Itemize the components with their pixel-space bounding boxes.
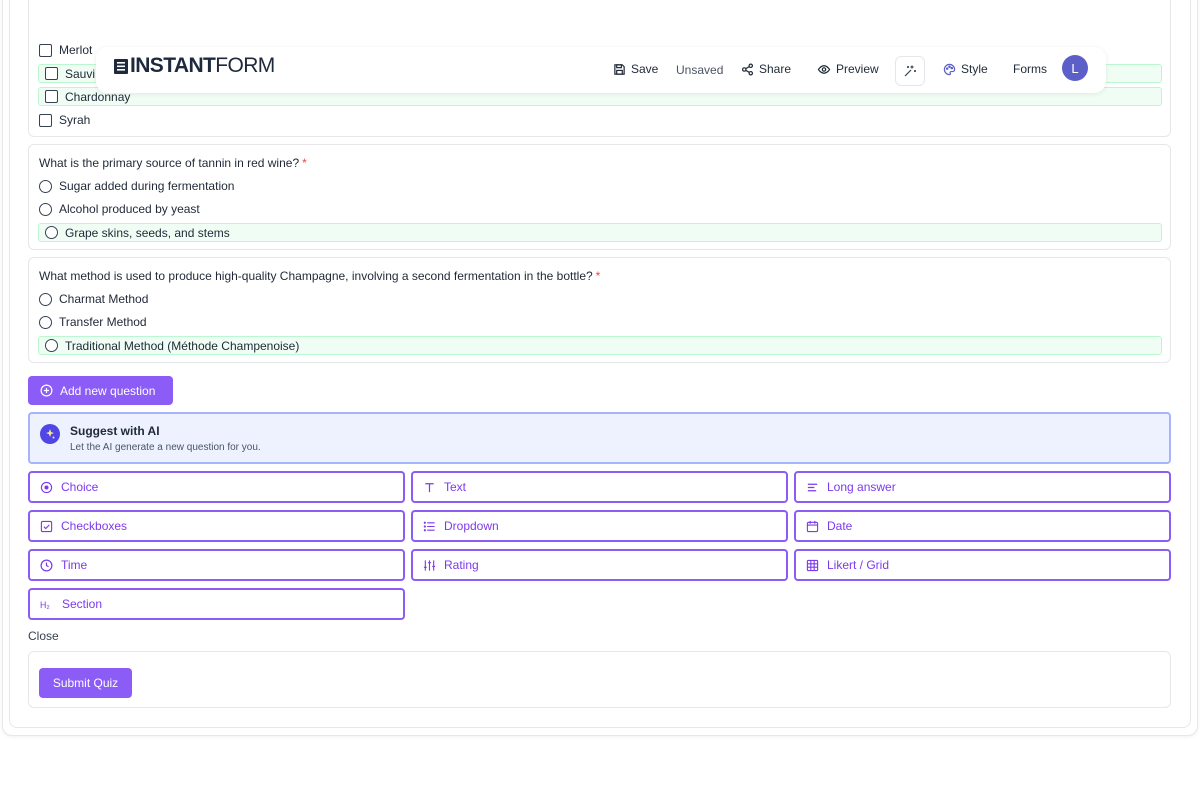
radio-button[interactable] (39, 179, 52, 193)
share-button[interactable]: Share (741, 62, 791, 76)
sparkles-icon (40, 424, 60, 444)
option-grape-skins[interactable]: Grape skins, seeds, and stems (38, 223, 1162, 242)
ai-suggest-subtitle: Let the AI generate a new question for y… (70, 442, 261, 453)
option-traditional[interactable]: Traditional Method (Méthode Champenoise) (38, 336, 1162, 355)
required-mark: * (302, 156, 307, 170)
plus-circle-icon (40, 384, 53, 397)
radio-icon (40, 481, 53, 493)
type-checkboxes-button[interactable]: Checkboxes (28, 510, 405, 542)
checkbox[interactable] (39, 43, 52, 57)
style-button[interactable]: Style (943, 62, 988, 76)
type-long-answer-button[interactable]: Long answer (794, 471, 1171, 503)
type-choice-button[interactable]: Choice (28, 471, 405, 503)
brand-name: INSTANTFORM (130, 54, 275, 77)
radio-button[interactable] (39, 292, 52, 306)
submit-panel: Submit Quiz (28, 651, 1171, 708)
avatar[interactable]: L (1062, 55, 1088, 81)
option-label: Syrah (59, 113, 91, 127)
text-icon (425, 482, 434, 492)
heading-icon: H₂ (40, 600, 50, 610)
svg-text:H₂: H₂ (40, 600, 50, 610)
align-left-icon (807, 483, 818, 491)
type-section-button[interactable]: H₂ Section (28, 588, 405, 620)
save-button[interactable]: Save (613, 62, 658, 76)
share-icon (741, 63, 754, 75)
option-merlot[interactable]: Merlot (39, 40, 92, 60)
save-icon (614, 63, 625, 75)
checkbox[interactable] (39, 113, 52, 127)
option-label: Transfer Method (59, 315, 147, 329)
forms-link[interactable]: Forms (1013, 62, 1047, 76)
type-text-button[interactable]: Text (411, 471, 788, 503)
option-label: Merlot (59, 43, 93, 57)
type-dropdown-button[interactable]: Dropdown (411, 510, 788, 542)
ai-suggest-title: Suggest with AI (70, 424, 160, 438)
option-sugar[interactable]: Sugar added during fermentation (39, 176, 234, 196)
question-card-champagne: What method is used to produce high-qual… (28, 257, 1171, 363)
add-question-button[interactable]: Add new question (28, 376, 173, 405)
required-mark: * (595, 269, 601, 283)
type-time-button[interactable]: Time (28, 549, 405, 581)
sliders-icon (423, 559, 436, 571)
top-toolbar: INSTANTFORM Save Unsaved Share Preview S… (96, 47, 1106, 93)
question-card-tannin: What is the primary source of tannin in … (28, 144, 1171, 250)
list-icon (423, 521, 435, 531)
option-charmat[interactable]: Charmat Method (39, 289, 148, 309)
form-logo-icon (114, 59, 128, 74)
palette-icon (943, 63, 956, 75)
option-alcohol[interactable]: Alcohol produced by yeast (39, 199, 200, 219)
question-title: What method is used to produce high-qual… (39, 269, 601, 283)
ai-magic-button[interactable] (895, 56, 925, 86)
option-label: Alcohol produced by yeast (59, 202, 200, 216)
preview-button[interactable]: Preview (817, 62, 879, 76)
option-label: Sauvi (65, 66, 96, 81)
save-status: Unsaved (676, 63, 724, 77)
question-title: What is the primary source of tannin in … (39, 156, 307, 170)
eye-icon (817, 64, 831, 74)
clock-icon (40, 559, 53, 571)
sparkles-icon (904, 65, 916, 77)
option-label: Sugar added during fermentation (59, 179, 235, 193)
checkbox[interactable] (45, 90, 58, 103)
option-transfer[interactable]: Transfer Method (39, 312, 147, 332)
option-label: Grape skins, seeds, and stems (65, 225, 230, 240)
radio-button[interactable] (45, 226, 58, 239)
type-likert-button[interactable]: Likert / Grid (794, 549, 1171, 581)
option-syrah[interactable]: Syrah (39, 110, 90, 130)
calendar-icon (806, 520, 819, 532)
option-label: Charmat Method (59, 292, 149, 306)
submit-quiz-button[interactable]: Submit Quiz (39, 668, 132, 698)
option-label: Traditional Method (Méthode Champenoise) (65, 338, 300, 353)
close-link[interactable]: Close (28, 629, 59, 643)
ai-suggest-panel[interactable]: Suggest with AI Let the AI generate a ne… (28, 412, 1171, 464)
radio-button[interactable] (45, 339, 58, 352)
brand-logo[interactable]: INSTANTFORM (114, 54, 275, 78)
type-date-button[interactable]: Date (794, 510, 1171, 542)
radio-button[interactable] (39, 315, 52, 329)
grid-icon (806, 559, 819, 571)
type-rating-button[interactable]: Rating (411, 549, 788, 581)
radio-button[interactable] (39, 202, 52, 216)
checkbox-icon (40, 520, 53, 532)
checkbox[interactable] (45, 67, 58, 80)
